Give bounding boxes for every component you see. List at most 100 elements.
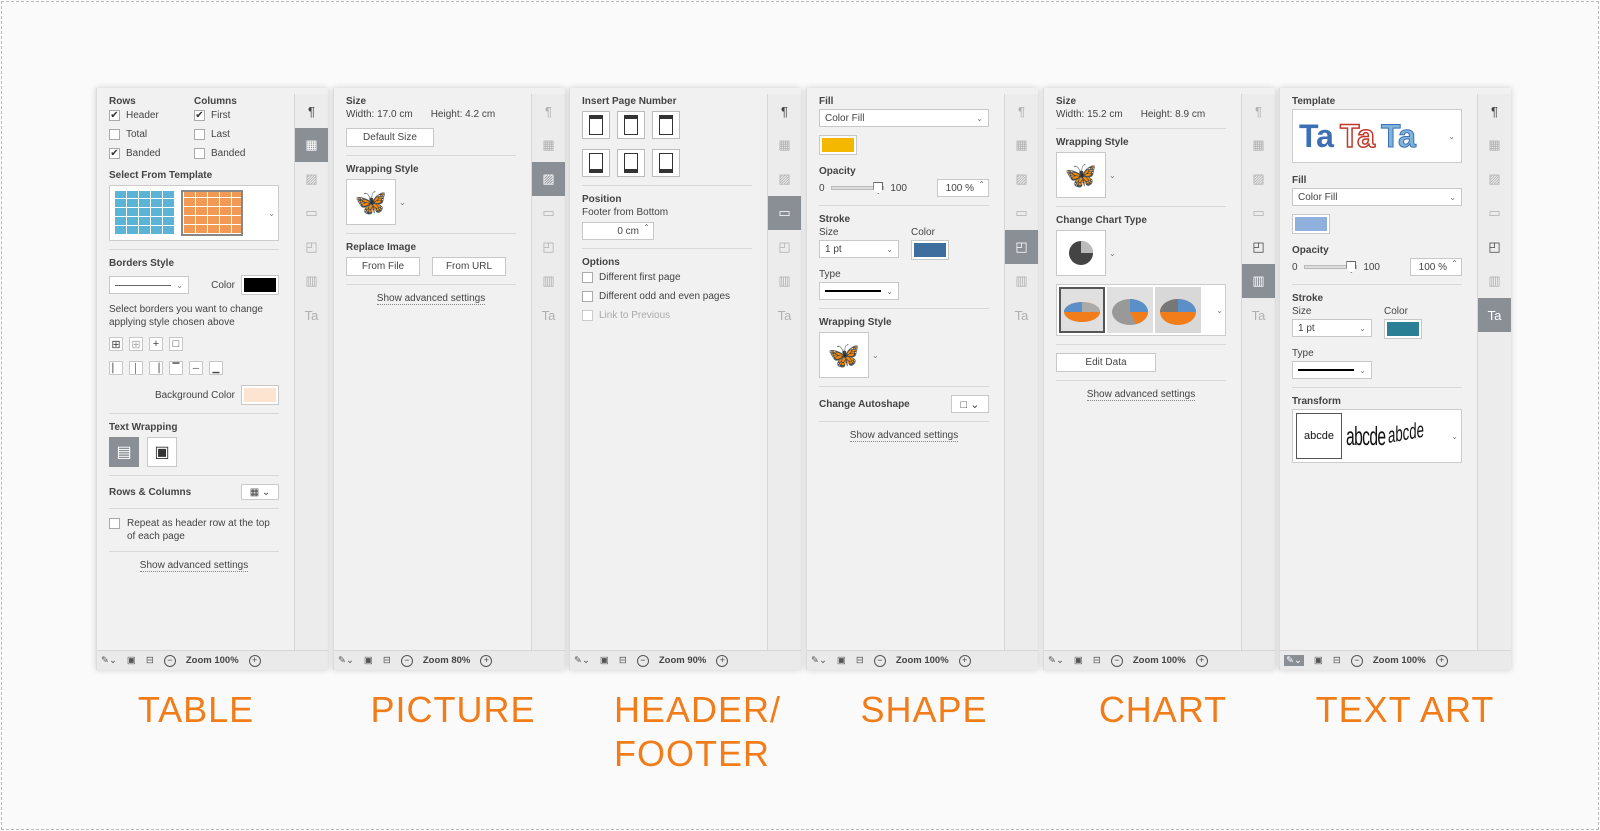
zoom-level[interactable]: Zoom 100% [896,655,949,666]
from-file-button[interactable]: From File [346,257,420,276]
fit-page-icon[interactable]: ▣ [837,655,846,666]
textart-style-3[interactable]: Ta [1380,117,1416,155]
chart-icon[interactable]: ▥ [768,264,801,298]
last-checkbox[interactable] [194,129,205,140]
table-icon[interactable]: ▦ [532,128,565,162]
chevron-down-icon[interactable]: ⌄ [1216,306,1223,315]
chart-style-2[interactable] [1107,287,1153,333]
textart-icon[interactable]: Ta [1005,298,1038,332]
butterfly-icon[interactable]: 🦋 [346,179,396,225]
chevron-down-icon[interactable]: ⌄ [1109,171,1116,180]
table-icon[interactable]: ▦ [295,128,328,162]
zoom-out-icon[interactable]: − [400,654,413,667]
image-icon[interactable]: ▨ [532,162,565,196]
paragraph-icon[interactable]: ¶ [1005,94,1038,128]
pie-chart-icon[interactable] [1056,230,1106,276]
textart-style-1[interactable]: Ta [1299,118,1334,155]
inner-vertical-border-icon[interactable]: │ [129,361,143,375]
chevron-down-icon[interactable]: ⌄ [1451,432,1458,441]
opacity-thumb[interactable] [873,182,884,194]
chart-style-1[interactable] [1059,287,1105,333]
edit-data-button[interactable]: Edit Data [1056,353,1156,372]
chevron-down-icon[interactable]: ⌄ [1448,132,1455,141]
fit-page-icon[interactable]: ▣ [600,655,609,666]
all-borders-icon[interactable]: ⊞ [109,337,123,351]
fit-page-icon[interactable]: ▣ [364,655,373,666]
image-icon[interactable]: ▨ [295,162,328,196]
zoom-level[interactable]: Zoom 100% [186,655,239,666]
track-changes-icon[interactable]: ✎⌄ [811,655,827,666]
header-footer-icon[interactable]: ▭ [1005,196,1038,230]
different-odd-even-checkbox[interactable] [582,291,593,302]
zoom-level[interactable]: Zoom 90% [659,655,707,666]
chart-style-picker[interactable]: ⌄ [1056,284,1226,336]
show-advanced-settings-link[interactable]: Show advanced settings [346,293,516,305]
banded-cols-checkbox[interactable] [194,148,205,159]
transform-style-3[interactable]: abcde [1388,417,1424,449]
zoom-in-icon[interactable]: + [958,654,971,667]
stroke-color-swatch[interactable] [1384,319,1422,339]
show-advanced-settings-link[interactable]: Show advanced settings [109,560,279,572]
textart-icon[interactable]: Ta [1478,298,1511,332]
zoom-level[interactable]: Zoom 100% [1133,655,1186,666]
shape-icon[interactable]: ◰ [1005,230,1038,264]
paragraph-icon[interactable]: ¶ [1478,94,1511,128]
header-footer-icon[interactable]: ▭ [768,196,801,230]
autoshape-dropdown[interactable]: □ ⌄ [951,395,989,413]
fill-type-select[interactable]: Color Fill ⌄ [819,109,989,127]
textart-icon[interactable]: Ta [532,298,565,332]
stroke-size-select[interactable]: 1 pt ⌄ [819,240,899,258]
fit-page-icon[interactable]: ▣ [1074,655,1083,666]
transform-picker[interactable]: abcde abcde abcde ⌄ [1292,409,1462,463]
fit-width-icon[interactable]: ⊟ [146,655,154,666]
header-checkbox[interactable]: ✔ [109,110,120,121]
zoom-out-icon[interactable]: − [163,654,176,667]
repeat-header-checkbox[interactable] [109,518,120,529]
zoom-in-icon[interactable]: + [480,654,493,667]
fit-width-icon[interactable]: ⊟ [856,655,864,666]
template-orange[interactable] [181,190,243,236]
border-line-select[interactable]: ⌄ [109,276,189,294]
border-color-swatch[interactable] [241,275,279,295]
transform-style-2[interactable]: abcde [1346,421,1386,452]
textart-style-2[interactable]: Ta [1339,117,1375,155]
chart-icon[interactable]: ▥ [295,264,328,298]
inner-borders-icon[interactable]: + [149,337,163,351]
textart-icon[interactable]: Ta [295,298,328,332]
zoom-in-icon[interactable]: + [1195,654,1208,667]
stroke-size-select[interactable]: 1 pt ⌄ [1292,319,1372,337]
butterfly-icon[interactable]: 🦋 [819,332,869,378]
fit-width-icon[interactable]: ⊟ [383,655,391,666]
shape-icon[interactable]: ◰ [532,230,565,264]
paragraph-icon[interactable]: ¶ [1242,94,1275,128]
chevron-down-icon[interactable]: ⌄ [399,198,406,207]
show-advanced-settings-link[interactable]: Show advanced settings [1056,389,1226,401]
opacity-thumb[interactable] [1346,261,1357,273]
zoom-in-icon[interactable]: + [1435,654,1448,667]
page-number-bottom-right[interactable] [652,149,680,177]
outer-borders-icon[interactable]: □ [169,337,183,351]
top-border-icon[interactable]: ▔ [169,361,183,375]
template-blue[interactable] [113,190,175,236]
fit-width-icon[interactable]: ⊟ [1333,655,1341,666]
header-footer-icon[interactable]: ▭ [532,196,565,230]
image-icon[interactable]: ▨ [1478,162,1511,196]
zoom-in-icon[interactable]: + [248,654,261,667]
default-size-button[interactable]: Default Size [346,128,434,147]
chart-style-3[interactable] [1155,287,1201,333]
shape-icon[interactable]: ◰ [768,230,801,264]
bottom-border-icon[interactable]: ▁ [209,361,223,375]
track-changes-icon[interactable]: ✎⌄ [338,655,354,666]
opacity-input[interactable]: 100 % [1410,258,1462,276]
show-advanced-settings-link[interactable]: Show advanced settings [819,430,989,442]
from-url-button[interactable]: From URL [432,257,506,276]
table-template-picker[interactable]: ⌄ [109,185,279,241]
track-changes-icon[interactable]: ✎⌄ [1048,655,1064,666]
zoom-level[interactable]: Zoom 80% [423,655,471,666]
zoom-in-icon[interactable]: + [716,654,729,667]
fit-width-icon[interactable]: ⊟ [1093,655,1101,666]
fill-color-swatch[interactable] [819,135,857,155]
textart-icon[interactable]: Ta [768,298,801,332]
shape-icon[interactable]: ◰ [1242,230,1275,264]
right-border-icon[interactable]: ▕ [149,361,163,375]
